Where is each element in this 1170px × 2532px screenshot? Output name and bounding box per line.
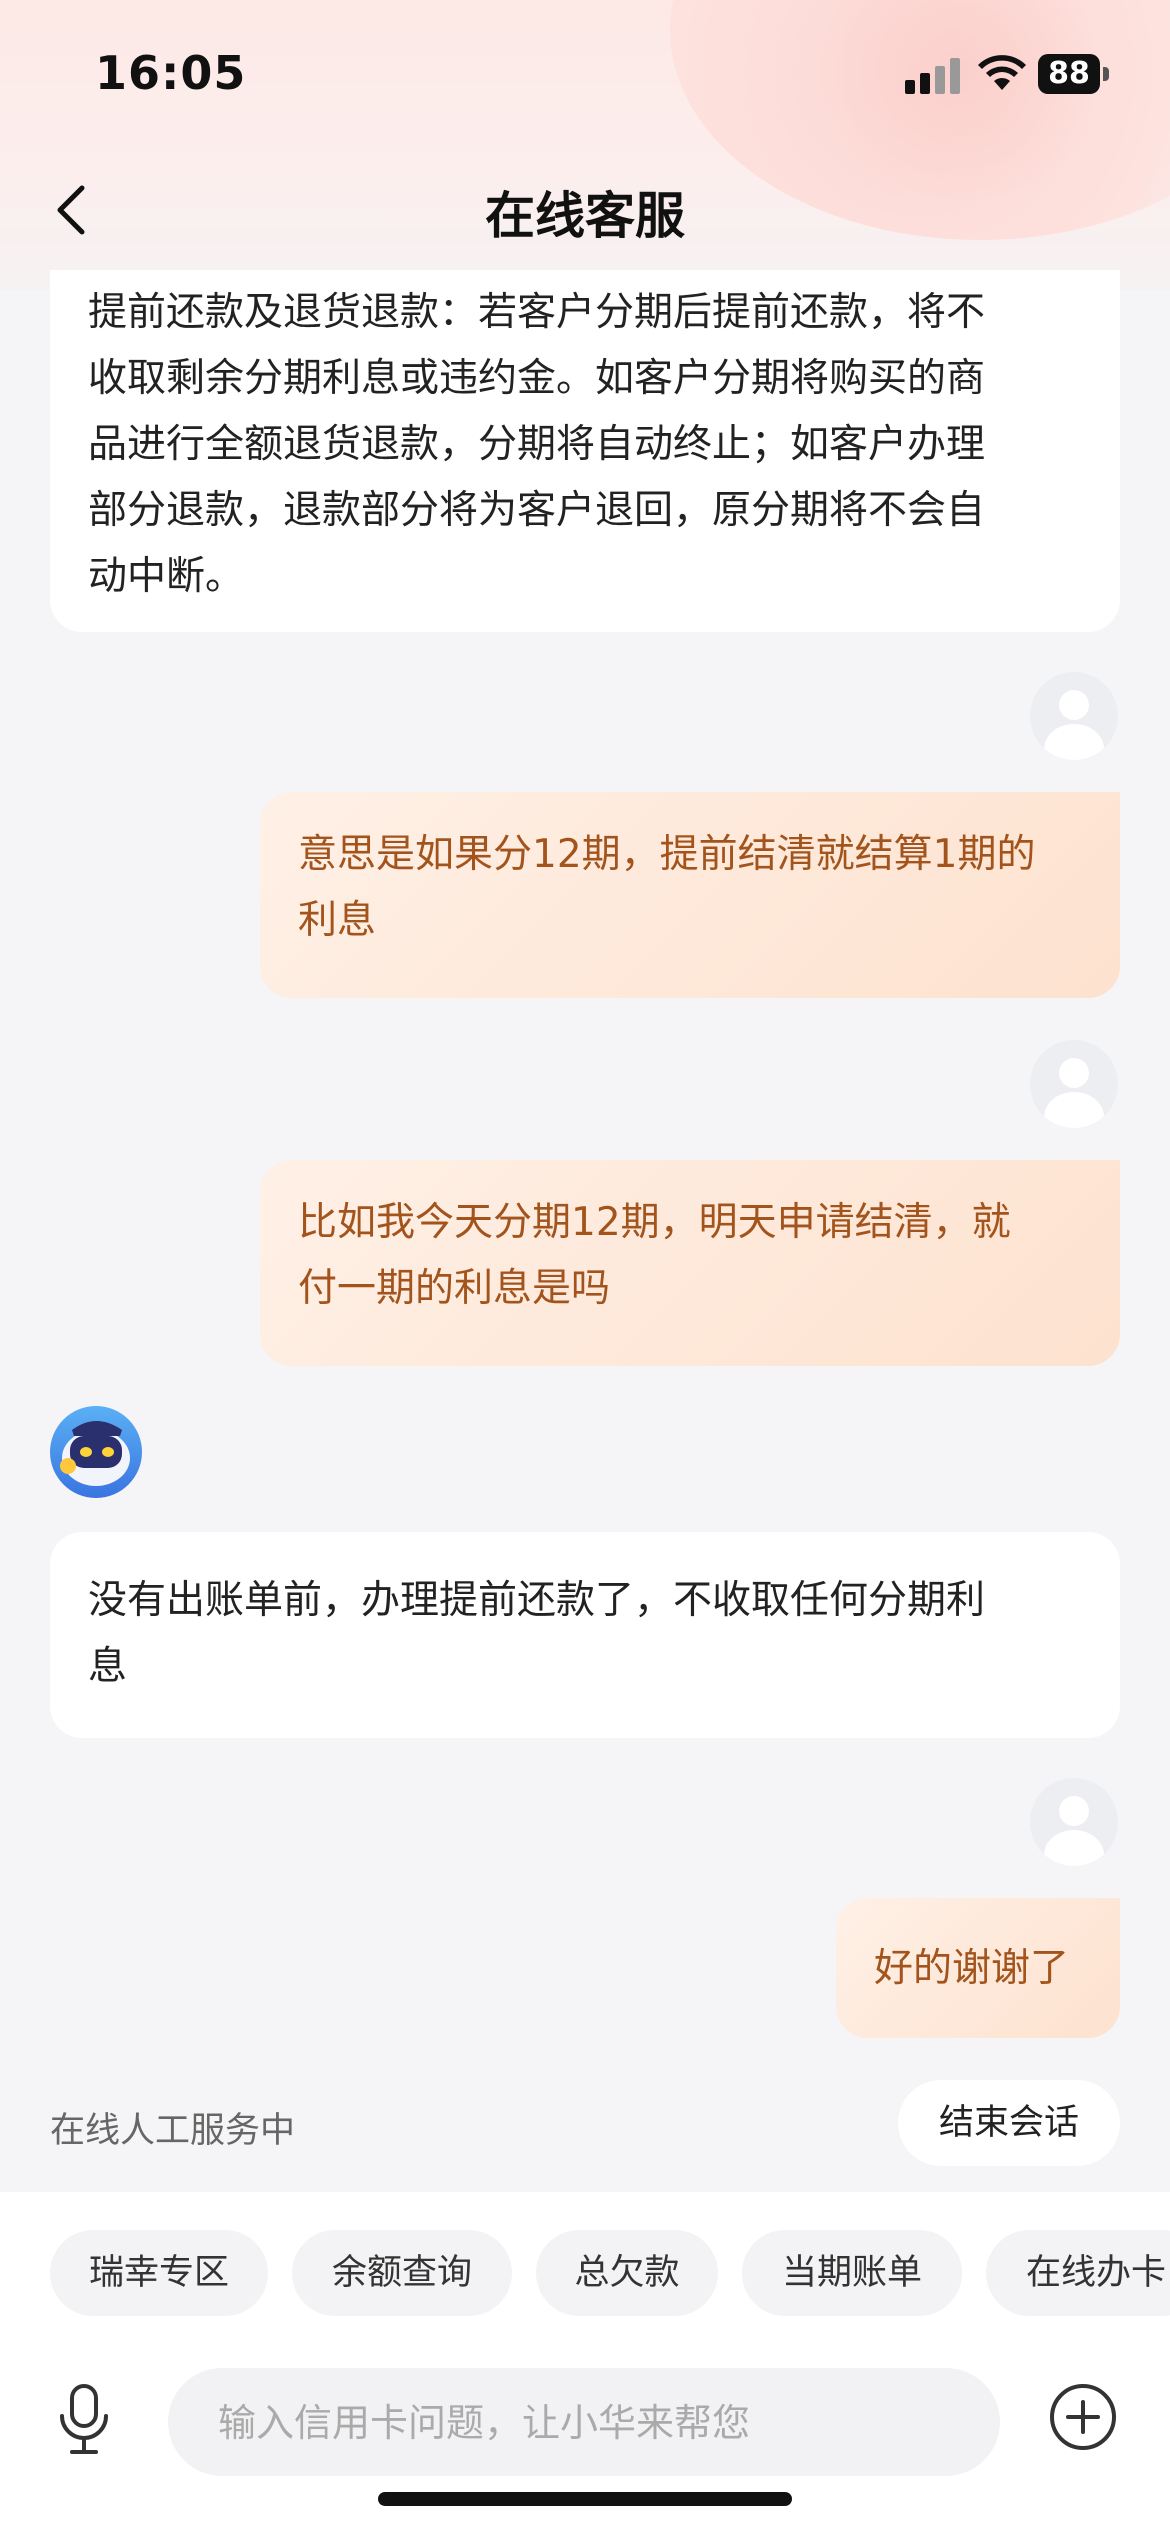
wifi-icon — [978, 55, 1026, 90]
service-status-row: 在线人工服务中 结束会话 — [0, 2080, 1170, 2170]
quick-actions: 瑞幸专区 余额查询 总欠款 当期账单 在线办卡 — [0, 2230, 1170, 2320]
message-line: 息 — [88, 1644, 128, 1689]
message-line: 提前还款及退货退款：若客户分期后提前还款，将不 — [88, 290, 986, 335]
quick-action-chip[interactable]: 当期账单 — [742, 2230, 962, 2316]
message-line: 好的谢谢了 — [874, 1946, 1070, 1991]
message-line: 收取剩余分期利息或违约金。如客户分期将购买的商 — [88, 356, 986, 401]
message-input[interactable] — [216, 2368, 980, 2478]
assistant-avatar — [50, 1406, 142, 1498]
service-status-text: 在线人工服务中 — [50, 2111, 296, 2151]
cellular-signal-icon — [905, 58, 960, 94]
user-message: 好的谢谢了 — [836, 1898, 1120, 2038]
microphone-icon[interactable] — [56, 2382, 112, 2458]
quick-action-chip[interactable]: 在线办卡 — [986, 2230, 1170, 2316]
agent-message: 提前还款及退货退款：若客户分期后提前还款，将不 收取剩余分期利息或违约金。如客户… — [50, 270, 1120, 632]
message-line: 比如我今天分期12期，明天申请结清，就 — [298, 1200, 1011, 1245]
message-line: 品进行全额退货退款，分期将自动终止；如客户办理 — [88, 422, 986, 467]
user-avatar — [1030, 672, 1118, 760]
quick-action-chip[interactable]: 瑞幸专区 — [50, 2230, 268, 2316]
message-line: 利息 — [298, 898, 377, 943]
user-avatar — [1030, 1778, 1118, 1866]
quick-action-chip[interactable]: 总欠款 — [536, 2230, 718, 2316]
quick-action-chip[interactable]: 余额查询 — [292, 2230, 512, 2316]
chat-messages[interactable]: 提前还款及退货退款：若客户分期后提前还款，将不 收取剩余分期利息或违约金。如客户… — [0, 270, 1170, 2200]
user-message: 意思是如果分12期，提前结清就结算1期的 利息 — [260, 792, 1120, 998]
user-message: 比如我今天分期12期，明天申请结清，就 付一期的利息是吗 — [260, 1160, 1120, 1366]
message-input-container — [168, 2368, 1000, 2478]
battery-icon: 88 — [1038, 54, 1110, 94]
bottom-panel: 瑞幸专区 余额查询 总欠款 当期账单 在线办卡 — [0, 2192, 1170, 2532]
message-line: 部分退款，退款部分将为客户退回，原分期将不会自 — [88, 488, 986, 533]
status-bar: 16:05 88 — [0, 0, 1170, 150]
battery-level: 88 — [1038, 54, 1100, 94]
home-indicator — [378, 2492, 792, 2506]
status-time: 16:05 — [95, 46, 247, 100]
message-line: 意思是如果分12期，提前结清就结算1期的 — [298, 832, 1036, 877]
message-line: 没有出账单前，办理提前还款了，不收取任何分期利 — [88, 1578, 986, 1623]
message-line: 动中断。 — [88, 554, 245, 599]
agent-message: 没有出账单前，办理提前还款了，不收取任何分期利 息 — [50, 1532, 1120, 1738]
end-session-button[interactable]: 结束会话 — [898, 2080, 1120, 2166]
page-title: 在线客服 — [485, 187, 685, 245]
message-line: 付一期的利息是吗 — [298, 1266, 611, 1311]
navigation-bar: 在线客服 — [0, 160, 1170, 260]
plus-circle-icon[interactable] — [1048, 2382, 1118, 2452]
user-avatar — [1030, 1040, 1118, 1128]
robot-icon — [60, 1421, 130, 1486]
